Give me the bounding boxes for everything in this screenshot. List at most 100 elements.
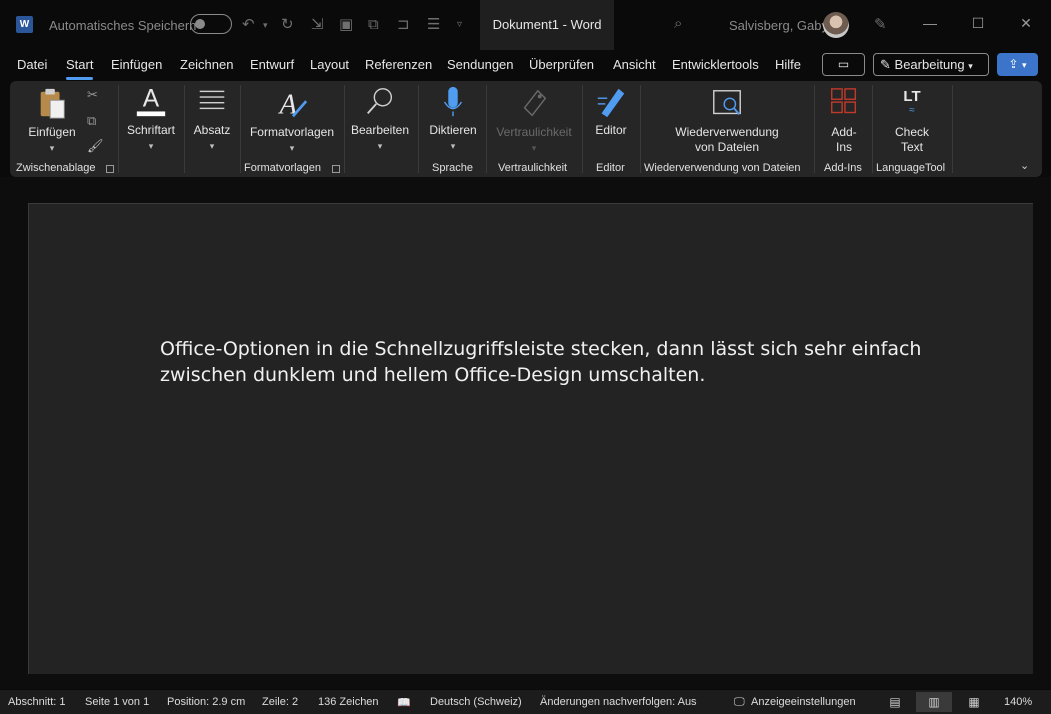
- tab-zeichnen[interactable]: Zeichnen: [180, 57, 233, 72]
- chevron-down-icon: ▾: [450, 141, 456, 151]
- editing-mode-label: Bearbeitung: [894, 57, 965, 72]
- font-button[interactable]: A Schriftart ▾: [121, 85, 181, 154]
- microphone-icon: [443, 86, 463, 117]
- share-button[interactable]: ⇪ ▾: [997, 53, 1038, 76]
- tab-referenzen[interactable]: Referenzen: [365, 57, 432, 72]
- ribbon-display-options-icon[interactable]: ⌄: [1020, 159, 1029, 172]
- status-line[interactable]: Zeile: 2: [262, 696, 298, 708]
- print-layout-icon[interactable]: ▥: [916, 692, 952, 712]
- chevron-down-icon: ▾: [49, 143, 55, 153]
- add-ins-label-line1: Add-: [831, 125, 857, 139]
- status-language[interactable]: Deutsch (Schweiz): [430, 696, 522, 708]
- group-label-add-ins: Add-Ins: [824, 162, 862, 174]
- document-body-text[interactable]: Office-Optionen in die Schnellzugriffsle…: [160, 336, 990, 388]
- open-folder-icon[interactable]: ⊐: [397, 14, 410, 36]
- check-text-button[interactable]: LT ≈ Check Text: [884, 87, 940, 155]
- group-label-languagetool: LanguageTool: [876, 162, 946, 174]
- avatar[interactable]: [823, 12, 849, 38]
- status-section[interactable]: Abschnitt: 1: [8, 696, 65, 708]
- font-a-icon: A: [136, 86, 166, 117]
- touch-mode-icon[interactable]: ⇲: [311, 14, 324, 36]
- search-icon[interactable]: ⌕: [674, 15, 682, 32]
- word-app-icon: W: [16, 16, 33, 33]
- dictate-button[interactable]: Diktieren ▾: [422, 85, 484, 154]
- group-divider: [344, 85, 345, 173]
- undo-dropdown-icon[interactable]: ▾: [263, 14, 268, 36]
- status-page[interactable]: Seite 1 von 1: [85, 696, 149, 708]
- document-line-2: zwischen dunklem und hellem Office-Desig…: [160, 364, 706, 386]
- languagetool-logo: LT: [903, 88, 921, 105]
- styles-button[interactable]: A Formatvorlagen ▾: [246, 87, 338, 156]
- check-text-label-line2: Text: [900, 140, 923, 154]
- status-position[interactable]: Position: 2.9 cm: [167, 696, 245, 708]
- editor-button[interactable]: Editor: [588, 85, 634, 138]
- group-label-voice: Sprache: [432, 162, 473, 174]
- tab-sendungen[interactable]: Sendungen: [447, 57, 514, 72]
- clipboard-icon: [40, 88, 65, 119]
- paragraph-label: Absatz: [193, 123, 231, 137]
- group-divider: [640, 85, 641, 173]
- customize-qat-icon[interactable]: ▿: [457, 14, 462, 36]
- reuse-files-icon: [713, 90, 741, 116]
- status-character-count[interactable]: 136 Zeichen: [318, 696, 379, 708]
- tab-start[interactable]: Start: [66, 57, 94, 80]
- paste-button[interactable]: Einfügen ▾: [24, 87, 80, 156]
- group-label-reuse-files: Wiederverwendung von Dateien: [644, 162, 801, 174]
- status-track-changes[interactable]: Änderungen nachverfolgen: Aus: [540, 696, 697, 708]
- clipboard-dialog-launcher-icon[interactable]: [106, 165, 114, 173]
- document-line-1: Office-Optionen in die Schnellzugriffsle…: [160, 338, 922, 360]
- copy-icon[interactable]: ⧉: [87, 113, 96, 129]
- styles-dialog-launcher-icon[interactable]: [332, 165, 340, 173]
- tab-ansicht[interactable]: Ansicht: [613, 57, 656, 72]
- save-as-icon[interactable]: ⧉: [368, 14, 379, 36]
- save-icon[interactable]: ▣: [339, 14, 353, 36]
- tab-entwicklertools[interactable]: Entwicklertools: [672, 57, 759, 72]
- office-options-icon[interactable]: ☰: [427, 14, 440, 36]
- tab-datei[interactable]: Datei: [17, 57, 47, 72]
- document-page[interactable]: Office-Optionen in die Schnellzugriffsle…: [28, 203, 1033, 674]
- web-layout-icon[interactable]: ▦: [956, 692, 992, 712]
- group-divider: [240, 85, 241, 173]
- chevron-down-icon: ▾: [148, 141, 154, 151]
- redo-icon[interactable]: ↻: [281, 14, 294, 36]
- group-label-styles: Formatvorlagen: [244, 162, 322, 174]
- maximize-icon[interactable]: ☐: [968, 15, 988, 32]
- reuse-files-button[interactable]: Wiederverwendung von Dateien: [662, 87, 792, 155]
- group-divider: [872, 85, 873, 173]
- minimize-icon[interactable]: —: [920, 15, 940, 31]
- editing-button[interactable]: Bearbeiten ▾: [348, 85, 412, 154]
- paragraph-button[interactable]: Absatz ▾: [186, 85, 238, 154]
- styles-icon: A: [278, 89, 308, 120]
- zoom-level[interactable]: 140%: [1004, 696, 1032, 708]
- editor-label: Editor: [595, 123, 627, 137]
- tab-ueberpruefen[interactable]: Überprüfen: [529, 57, 594, 72]
- add-ins-button[interactable]: Add- Ins: [822, 87, 866, 155]
- font-label: Schriftart: [126, 123, 175, 137]
- user-name[interactable]: Salvisberg, Gaby: [729, 18, 828, 33]
- share-icon: ⇪: [1008, 57, 1019, 71]
- status-display-settings[interactable]: Anzeigeeinstellungen: [751, 696, 856, 708]
- styles-label: Formatvorlagen: [249, 125, 335, 139]
- dictate-label: Diktieren: [429, 123, 477, 137]
- chevron-down-icon: ▾: [531, 143, 537, 153]
- undo-icon[interactable]: ↶: [242, 14, 255, 36]
- format-painter-icon[interactable]: 🖌: [87, 138, 104, 154]
- autosave-toggle[interactable]: [190, 14, 232, 34]
- tab-einfuegen[interactable]: Einfügen: [111, 57, 162, 72]
- comments-button[interactable]: ▭: [822, 53, 865, 76]
- read-mode-icon[interactable]: ▤: [877, 692, 913, 712]
- cut-icon[interactable]: ✂: [87, 87, 98, 103]
- close-icon[interactable]: ✕: [1016, 15, 1036, 32]
- editing-mode-button[interactable]: ✎ Bearbeitung ▾: [873, 53, 989, 76]
- add-ins-label-line2: Ins: [835, 140, 852, 154]
- chevron-down-icon: ▾: [1021, 60, 1027, 70]
- tab-layout[interactable]: Layout: [310, 57, 349, 72]
- reuse-files-label-line1: Wiederverwendung: [675, 125, 779, 139]
- proofing-book-icon[interactable]: 📖: [397, 696, 411, 709]
- autosave-label: Automatisches Speichern: [49, 18, 197, 33]
- tab-hilfe[interactable]: Hilfe: [775, 57, 801, 72]
- sensitivity-label: Vertraulichkeit: [496, 125, 572, 139]
- tab-entwurf[interactable]: Entwurf: [250, 57, 294, 72]
- designer-pen-icon[interactable]: ✎: [874, 15, 887, 33]
- sensitivity-button[interactable]: Vertraulichkeit ▾: [492, 87, 576, 156]
